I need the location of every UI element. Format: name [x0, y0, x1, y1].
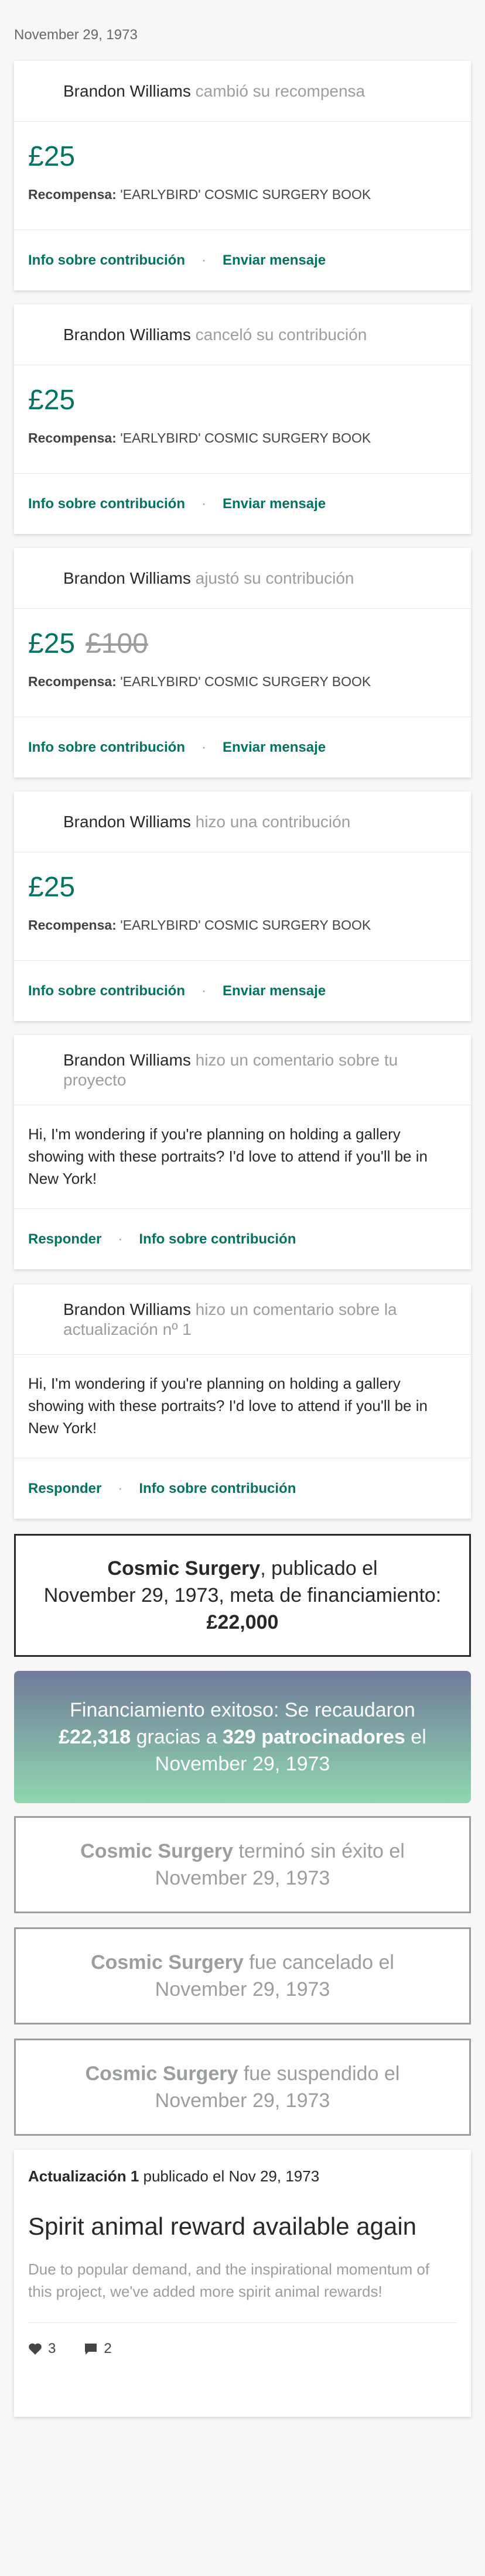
comment-text: Hi, I'm wondering if you're planning on … — [28, 1125, 428, 1187]
project-failed-event: Cosmic Surgery terminó sin éxito el Nove… — [14, 1816, 471, 1913]
event-text: terminó sin éxito el — [238, 1840, 405, 1862]
project-name[interactable]: Cosmic Surgery — [80, 1840, 233, 1862]
reward-name: 'EARLYBIRD' COSMIC SURGERY BOOK — [120, 674, 371, 689]
send-message-link[interactable]: Enviar mensaje — [223, 252, 326, 269]
comment-icon — [84, 2342, 98, 2355]
send-message-link[interactable]: Enviar mensaje — [223, 739, 326, 756]
comments-count: 2 — [104, 2341, 112, 2356]
pledge-info-link[interactable]: Info sobre contribución — [139, 1231, 296, 1248]
success-date: November 29, 1973 — [155, 1753, 330, 1775]
activity-action: hizo una contribución — [195, 812, 351, 831]
funding-success-event: Financiamiento exitoso: Se recaudaron £2… — [14, 1671, 471, 1803]
update-published-date: publicado el Nov 29, 1973 — [143, 2167, 320, 2185]
heart-icon — [28, 2342, 42, 2355]
comments-stat[interactable]: 2 — [84, 2341, 112, 2357]
backers-count: 329 patrocinadores — [223, 1726, 405, 1748]
separator-dot: · — [201, 739, 206, 755]
separator-dot: · — [201, 495, 206, 512]
project-canceled-event: Cosmic Surgery fue cancelado el November… — [14, 1927, 471, 2025]
funding-goal: £22,000 — [206, 1611, 279, 1633]
event-text: fue suspendido el — [243, 2063, 400, 2085]
reward-name: 'EARLYBIRD' COSMIC SURGERY BOOK — [120, 430, 371, 446]
avatar[interactable] — [30, 324, 52, 345]
event-text: fue cancelado el — [249, 1951, 394, 1974]
likes-stat[interactable]: 3 — [28, 2341, 56, 2357]
reply-link[interactable]: Responder — [28, 1231, 101, 1248]
reward-label: Recompensa: — [28, 430, 117, 446]
backer-name[interactable]: Brandon Williams — [63, 82, 191, 100]
separator-dot: · — [118, 1231, 123, 1247]
commenter-name[interactable]: Brandon Williams — [63, 1051, 191, 1069]
pledge-info-link[interactable]: Info sobre contribución — [28, 252, 185, 269]
activity-action: cambió su recompensa — [195, 81, 366, 100]
activity-card-new-pledge: Brandon Williams hizo una contribución £… — [14, 792, 471, 1021]
activity-card-project-comment: Brandon Williams hizo un comentario sobr… — [14, 1035, 471, 1269]
project-update-card[interactable]: Actualización 1 publicado el Nov 29, 197… — [14, 2150, 471, 2417]
reward-name: 'EARLYBIRD' COSMIC SURGERY BOOK — [120, 917, 371, 933]
previous-pledge-amount: £100 — [86, 628, 148, 659]
pledge-amount: £25 — [28, 385, 76, 416]
event-date: November 29, 1973 — [155, 1978, 330, 2000]
project-suspended-event: Cosmic Surgery fue suspendido el Novembe… — [14, 2039, 471, 2136]
reward-label: Recompensa: — [28, 187, 117, 202]
date-header: November 29, 1973 — [14, 27, 138, 43]
reward-label: Recompensa: — [28, 674, 117, 689]
reply-link[interactable]: Responder — [28, 1481, 101, 1497]
pledge-info-link[interactable]: Info sobre contribución — [28, 739, 185, 756]
success-text-2: gracias a — [136, 1726, 217, 1748]
project-name[interactable]: Cosmic Surgery — [86, 2063, 238, 2085]
backer-name[interactable]: Brandon Williams — [63, 569, 191, 587]
pledge-info-link[interactable]: Info sobre contribución — [28, 496, 185, 512]
reward-label: Recompensa: — [28, 917, 117, 933]
likes-count: 3 — [48, 2341, 56, 2356]
update-label: Actualización 1 — [28, 2167, 139, 2185]
activity-action: ajustó su contribución — [195, 568, 354, 587]
project-name[interactable]: Cosmic Surgery — [107, 1557, 260, 1580]
activity-card-reward-changed: Brandon Williams cambió su recompensa £2… — [14, 61, 471, 290]
avatar[interactable] — [30, 1301, 52, 1322]
avatar[interactable] — [30, 81, 52, 102]
separator-dot: · — [201, 982, 206, 999]
activity-card-pledge-canceled: Brandon Williams canceló su contribución… — [14, 304, 471, 534]
avatar[interactable] — [30, 1051, 52, 1073]
project-name[interactable]: Cosmic Surgery — [91, 1951, 244, 1974]
separator-dot: · — [118, 1480, 123, 1496]
launch-date-text: November 29, 1973, meta de financiamient… — [43, 1584, 442, 1606]
pledge-amount: £25 — [28, 141, 76, 172]
pledge-info-link[interactable]: Info sobre contribución — [139, 1481, 296, 1497]
send-message-link[interactable]: Enviar mensaje — [223, 496, 326, 512]
event-date: November 29, 1973 — [155, 2089, 330, 2112]
project-launched-event: Cosmic Surgery, publicado el November 29… — [14, 1534, 471, 1657]
success-text-3: el — [411, 1726, 426, 1748]
backer-name[interactable]: Brandon Williams — [63, 326, 191, 344]
send-message-link[interactable]: Enviar mensaje — [223, 983, 326, 999]
activity-card-pledge-adjusted: Brandon Williams ajustó su contribución … — [14, 548, 471, 777]
update-description: Due to popular demand, and the inspirati… — [28, 2260, 430, 2300]
backer-name[interactable]: Brandon Williams — [63, 813, 191, 831]
pledge-amount: £25 — [28, 872, 76, 903]
activity-action: canceló su contribución — [195, 325, 367, 344]
activity-card-update-comment: Brandon Williams hizo un comentario sobr… — [14, 1284, 471, 1519]
commenter-name[interactable]: Brandon Williams — [63, 1300, 191, 1318]
success-text: Financiamiento exitoso: Se recaudaron — [70, 1699, 415, 1721]
avatar[interactable] — [30, 811, 52, 833]
event-date: November 29, 1973 — [155, 1867, 330, 1889]
avatar[interactable] — [30, 568, 52, 589]
pledge-amount: £25 — [28, 628, 76, 659]
launch-text: , publicado el — [260, 1557, 378, 1580]
update-title[interactable]: Spirit animal reward available again — [28, 2211, 457, 2242]
pledge-info-link[interactable]: Info sobre contribución — [28, 983, 185, 999]
separator-dot: · — [201, 252, 206, 268]
amount-raised: £22,318 — [59, 1726, 131, 1748]
reward-name: 'EARLYBIRD' COSMIC SURGERY BOOK — [120, 187, 371, 202]
comment-text: Hi, I'm wondering if you're planning on … — [28, 1375, 428, 1437]
